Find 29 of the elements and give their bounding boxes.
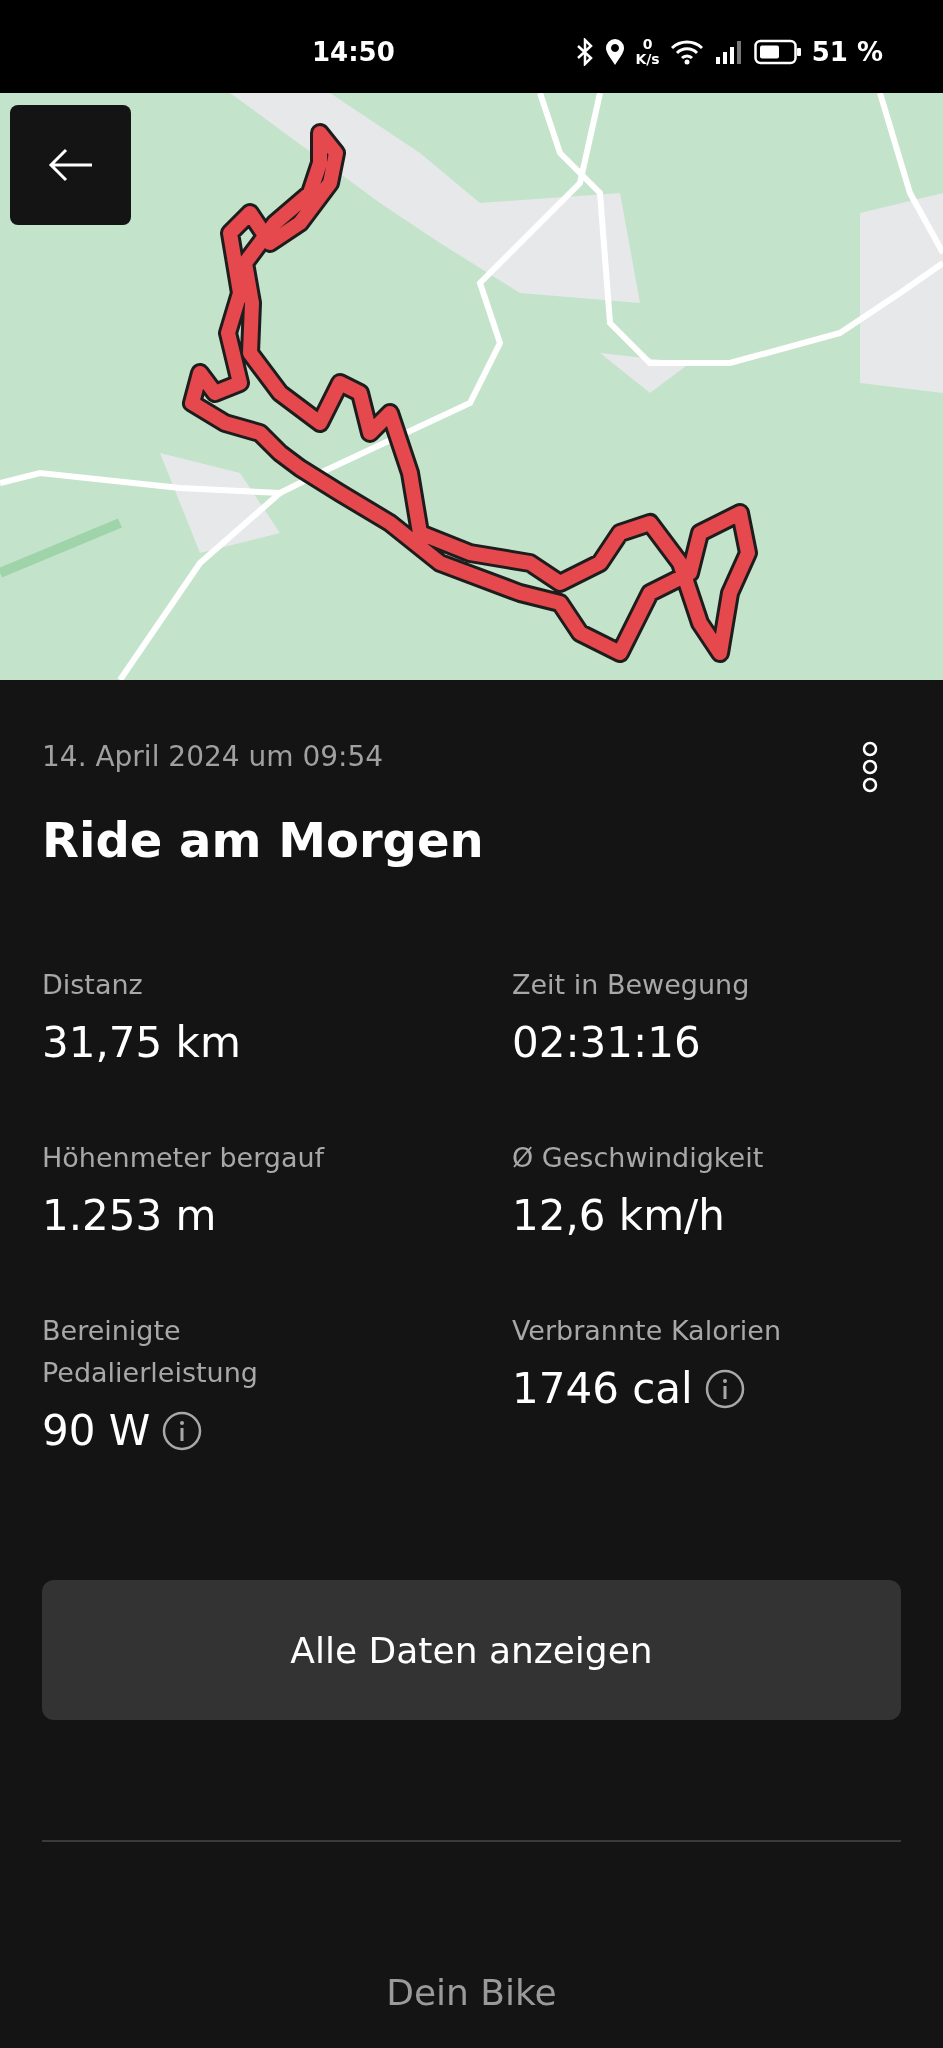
- stat-label: Bereinigte Pedalierleistung: [42, 1314, 259, 1390]
- info-icon[interactable]: [704, 1368, 745, 1409]
- network-speed-value: 0: [642, 36, 653, 52]
- stat-label: Ø Geschwindigkeit: [512, 1141, 765, 1175]
- stat-label: Höhenmeter bergauf: [42, 1141, 326, 1175]
- clock: 14:50: [312, 36, 395, 67]
- location-icon: [605, 37, 626, 66]
- back-button[interactable]: [10, 105, 131, 225]
- stat-value: 1746 cal: [512, 1364, 693, 1413]
- bike-heading: Dein Bike: [386, 1972, 557, 2013]
- signal-icon: [713, 38, 744, 65]
- stat-label: Zeit in Bewegung: [512, 968, 751, 1002]
- stat-label: Verbrannte Kalorien: [512, 1314, 782, 1348]
- battery-icon: [753, 38, 802, 65]
- activity-date: 14. April 2024 um 09:54: [42, 740, 384, 773]
- show-all-data-button[interactable]: Alle Daten anzeigen: [42, 1580, 901, 1720]
- more-options-icon[interactable]: [861, 740, 879, 794]
- activity-title: Ride am Morgen: [42, 812, 485, 868]
- stat-value: 02:31:16: [512, 1018, 701, 1067]
- stat-value: 31,75 km: [42, 1018, 241, 1067]
- wifi-icon: [669, 38, 704, 65]
- battery-percentage: 51 %: [811, 36, 883, 67]
- stat-value: 90 W: [42, 1406, 151, 1455]
- network-speed-unit: K/s: [635, 51, 660, 67]
- stat-label: Distanz: [42, 968, 144, 1002]
- stat-value: 1.253 m: [42, 1191, 217, 1240]
- info-icon[interactable]: [162, 1410, 203, 1451]
- back-arrow-icon: [47, 147, 94, 183]
- stat-value: 12,6 km/h: [512, 1191, 725, 1240]
